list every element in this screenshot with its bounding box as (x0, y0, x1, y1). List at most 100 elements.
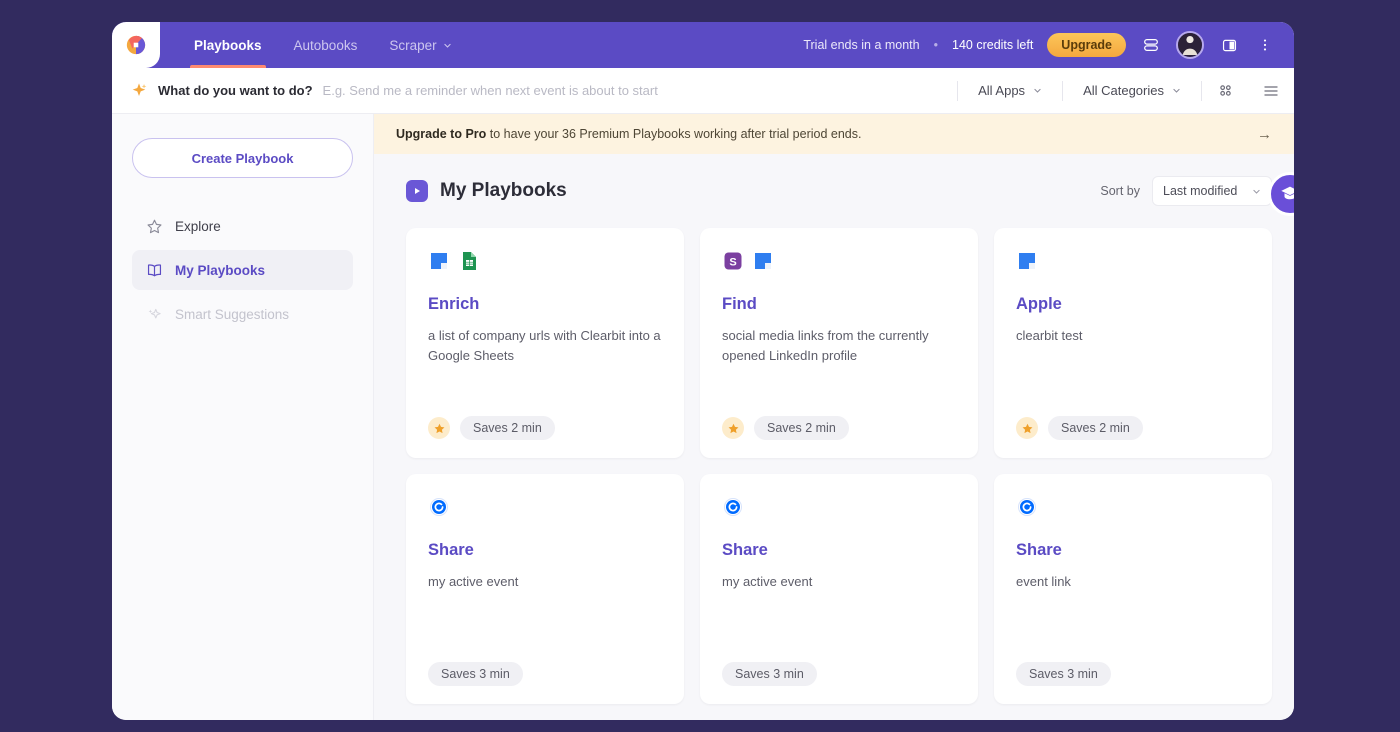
card-app-icons (1016, 496, 1250, 518)
sidebar-item-explore[interactable]: Explore (132, 206, 353, 246)
nav-tabs: Playbooks Autobooks Scraper (180, 22, 466, 68)
sparkle-icon (132, 82, 147, 96)
saves-time-badge: Saves 2 min (460, 416, 555, 440)
nav-tab-autobooks[interactable]: Autobooks (280, 22, 372, 68)
app-window: Playbooks Autobooks Scraper Trial ends i… (112, 22, 1294, 720)
create-playbook-button[interactable]: Create Playbook (132, 138, 353, 178)
grid-view-button[interactable] (1202, 68, 1248, 114)
saves-time-badge: Saves 2 min (754, 416, 849, 440)
playbook-card[interactable]: Share my active event Saves 3 min (700, 474, 978, 704)
clearbit-icon (431, 253, 447, 269)
more-vertical-icon[interactable] (1254, 34, 1276, 56)
star-icon (146, 218, 163, 235)
snov-icon: S (724, 252, 742, 270)
list-view-button[interactable] (1248, 68, 1294, 114)
filter-all-categories[interactable]: All Categories (1063, 83, 1201, 98)
clearbit-icon (755, 253, 771, 269)
playbook-card-grid: Enrich a list of company urls with Clear… (374, 206, 1294, 704)
card-app-icons (722, 496, 956, 518)
sort-value: Last modified (1163, 184, 1238, 198)
calendly-icon (724, 498, 742, 516)
playbook-card[interactable]: Enrich a list of company urls with Clear… (406, 228, 684, 458)
card-title: Enrich (428, 295, 480, 313)
credits-text: 140 credits left (952, 38, 1034, 52)
sidebar: Create Playbook Explore My Playbooks Sma… (112, 114, 374, 720)
filter-label: All Apps (978, 83, 1026, 98)
promo-rest-text: to have your 36 Premium Playbooks workin… (486, 127, 862, 141)
play-icon (406, 180, 428, 202)
page-title: My Playbooks (440, 180, 567, 201)
top-navigation-bar: Playbooks Autobooks Scraper Trial ends i… (112, 22, 1294, 68)
svg-text:S: S (729, 257, 736, 269)
sort-dropdown[interactable]: Last modified (1152, 176, 1272, 206)
sparkle-icon (146, 306, 163, 323)
card-description: my active event (722, 574, 813, 589)
card-app-icons (1016, 250, 1250, 272)
star-filled-icon[interactable] (428, 417, 450, 439)
stacked-lines-icon[interactable] (1140, 34, 1162, 56)
promo-bold-text: Upgrade to Pro (396, 127, 487, 141)
sort-controls: Sort by Last modified (1100, 176, 1272, 206)
card-title: Share (722, 541, 768, 559)
circle-logo-icon (126, 35, 146, 55)
search-input[interactable] (322, 83, 958, 98)
nav-tab-playbooks[interactable]: Playbooks (180, 22, 276, 68)
clearbit-icon (1019, 253, 1035, 269)
sidebar-item-smart-suggestions[interactable]: Smart Suggestions (132, 294, 353, 334)
search-filters: All Apps All Categories (957, 68, 1294, 114)
nav-right-group: Trial ends in a month • 140 credits left… (803, 31, 1294, 59)
sidebar-item-my-playbooks[interactable]: My Playbooks (132, 250, 353, 290)
nav-tab-label: Playbooks (194, 37, 262, 53)
filter-label: All Categories (1083, 83, 1164, 98)
upgrade-button[interactable]: Upgrade (1047, 33, 1126, 57)
desktop-background: Playbooks Autobooks Scraper Trial ends i… (0, 0, 1400, 732)
card-title: Share (428, 541, 474, 559)
trial-status-text: Trial ends in a month (803, 38, 920, 52)
app-logo-tab[interactable] (112, 22, 160, 68)
card-title: Share (1016, 541, 1062, 559)
card-footer: Saves 2 min (722, 416, 956, 440)
main-content: Upgrade to Pro to have your 36 Premium P… (374, 114, 1294, 720)
card-description: clearbit test (1016, 328, 1083, 343)
arrow-right-icon[interactable]: → (1257, 126, 1272, 143)
chevron-down-icon (1253, 189, 1260, 194)
filter-all-apps[interactable]: All Apps (958, 83, 1062, 98)
sidebar-item-label: Explore (175, 218, 221, 234)
command-search-bar: What do you want to do? All Apps All Cat… (112, 68, 1294, 114)
user-avatar[interactable] (1176, 31, 1204, 59)
saves-time-badge: Saves 3 min (428, 662, 523, 686)
upgrade-promo-banner[interactable]: Upgrade to Pro to have your 36 Premium P… (374, 114, 1294, 154)
main-header: My Playbooks Sort by Last modified (374, 154, 1294, 206)
card-app-icons (428, 250, 662, 272)
card-footer: Saves 2 min (1016, 416, 1250, 440)
calendly-icon (430, 498, 448, 516)
chevron-down-icon (1034, 88, 1041, 93)
sidebar-item-label: My Playbooks (175, 262, 266, 278)
nav-tab-label: Scraper (389, 37, 437, 53)
google-sheets-icon (463, 252, 476, 270)
nav-tab-scraper[interactable]: Scraper (375, 22, 465, 68)
app-body: Create Playbook Explore My Playbooks Sma… (112, 114, 1294, 720)
separator-dot: • (933, 38, 938, 52)
saves-time-badge: Saves 3 min (1016, 662, 1111, 686)
book-icon (146, 262, 163, 279)
card-title: Apple (1016, 295, 1062, 313)
star-filled-icon[interactable] (1016, 417, 1038, 439)
chevron-down-icon (1173, 88, 1180, 93)
playbook-card[interactable]: S Find social media links from the curre… (700, 228, 978, 458)
card-footer: Saves 3 min (428, 662, 662, 686)
playbook-card[interactable]: Apple clearbit test Saves 2 min (994, 228, 1272, 458)
sidebar-item-label: Smart Suggestions (175, 306, 290, 322)
card-app-icons (428, 496, 662, 518)
panel-toggle-icon[interactable] (1218, 34, 1240, 56)
card-description: social media links from the currently op… (722, 328, 929, 363)
sort-by-label: Sort by (1100, 184, 1140, 198)
playbook-card[interactable]: Share my active event Saves 3 min (406, 474, 684, 704)
card-footer: Saves 3 min (722, 662, 956, 686)
grid-view-icon (1219, 85, 1231, 96)
saves-time-badge: Saves 3 min (722, 662, 817, 686)
star-filled-icon[interactable] (722, 417, 744, 439)
playbook-card[interactable]: Share event link Saves 3 min (994, 474, 1272, 704)
graduation-cap-icon (1281, 186, 1294, 200)
card-description: a list of company urls with Clearbit int… (428, 328, 661, 363)
